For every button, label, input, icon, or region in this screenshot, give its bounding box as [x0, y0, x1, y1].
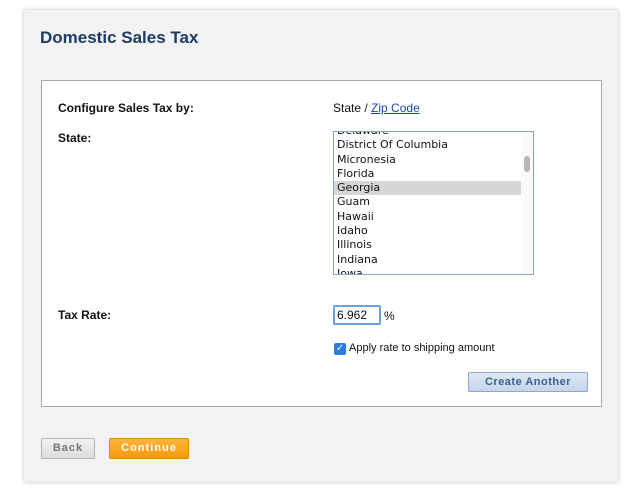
state-options-list: DelawareDistrict Of ColumbiaMicronesiaFl… — [334, 132, 522, 274]
back-button[interactable]: Back — [41, 438, 95, 459]
zip-code-link[interactable]: Zip Code — [371, 101, 420, 115]
state-option[interactable]: Delaware — [334, 132, 522, 138]
state-option[interactable]: Indiana — [334, 253, 522, 267]
configure-separator: / — [361, 101, 372, 115]
apply-shipping-checkbox[interactable]: ✓ — [334, 343, 346, 355]
sales-tax-page: Domestic Sales Tax Configure Sales Tax b… — [24, 10, 618, 482]
configure-option-state: State — [333, 101, 362, 115]
state-listbox-scrollbar[interactable] — [521, 132, 533, 274]
state-option[interactable]: Idaho — [334, 224, 522, 238]
tax-rate-label: Tax Rate: — [58, 308, 112, 322]
continue-button[interactable]: Continue — [109, 438, 189, 459]
state-option[interactable]: Guam — [334, 195, 522, 209]
checkmark-icon: ✓ — [335, 343, 345, 354]
tax-rate-unit: % — [384, 309, 395, 323]
page-title: Domestic Sales Tax — [40, 28, 199, 47]
state-option[interactable]: Iowa — [334, 267, 522, 274]
tax-rate-input[interactable] — [333, 305, 381, 325]
scroll-thumb[interactable] — [524, 156, 530, 172]
state-option[interactable]: Florida — [334, 167, 522, 181]
state-listbox[interactable]: DelawareDistrict Of ColumbiaMicronesiaFl… — [333, 131, 534, 275]
state-option[interactable]: District Of Columbia — [334, 138, 522, 152]
state-option[interactable]: Hawaii — [334, 210, 522, 224]
sales-tax-form-panel: Configure Sales Tax by: State / Zip Code… — [41, 80, 602, 407]
state-option[interactable]: Illinois — [334, 238, 522, 252]
state-option[interactable]: Micronesia — [334, 153, 522, 167]
apply-shipping-label: Apply rate to shipping amount — [349, 342, 495, 354]
configure-label: Configure Sales Tax by: — [58, 101, 194, 115]
configure-options: State / Zip Code — [333, 101, 420, 115]
state-option[interactable]: Georgia — [334, 181, 522, 196]
state-label: State: — [58, 131, 92, 145]
create-another-button[interactable]: Create Another — [468, 372, 588, 392]
